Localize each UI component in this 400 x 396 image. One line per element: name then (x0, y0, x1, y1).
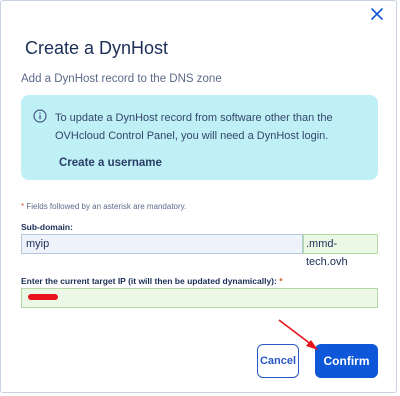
target-ip-input[interactable] (21, 288, 378, 308)
mandatory-star: * (21, 202, 25, 211)
info-message: To update a DynHost record from software… (21, 95, 378, 180)
target-ip-label: Enter the current target IP (it will the… (21, 276, 283, 286)
redaction-mark (28, 294, 58, 300)
close-icon (371, 8, 383, 20)
create-dynhost-dialog: Create a DynHost Add a DynHost record to… (0, 0, 397, 393)
create-username-link[interactable]: Create a username (59, 157, 162, 169)
info-icon (33, 109, 47, 123)
subdomain-input[interactable]: myip (21, 234, 303, 254)
subdomain-suffix: .mmd-tech.ovh (303, 234, 378, 268)
close-button[interactable] (366, 3, 388, 25)
subdomain-label: Sub-domain: (21, 222, 73, 232)
cancel-button[interactable]: Cancel (257, 344, 299, 378)
info-text: To update a DynHost record from software… (55, 112, 333, 142)
target-ip-label-text: Enter the current target IP (it will the… (21, 276, 277, 286)
confirm-button[interactable]: Confirm (315, 344, 378, 378)
mandatory-note-text: Fields followed by an asterisk are manda… (26, 202, 187, 211)
required-star: * (279, 276, 283, 286)
mandatory-note: * Fields followed by an asterisk are man… (21, 202, 186, 211)
dialog-title: Create a DynHost (25, 38, 169, 58)
dialog-subtitle: Add a DynHost record to the DNS zone (21, 73, 222, 85)
